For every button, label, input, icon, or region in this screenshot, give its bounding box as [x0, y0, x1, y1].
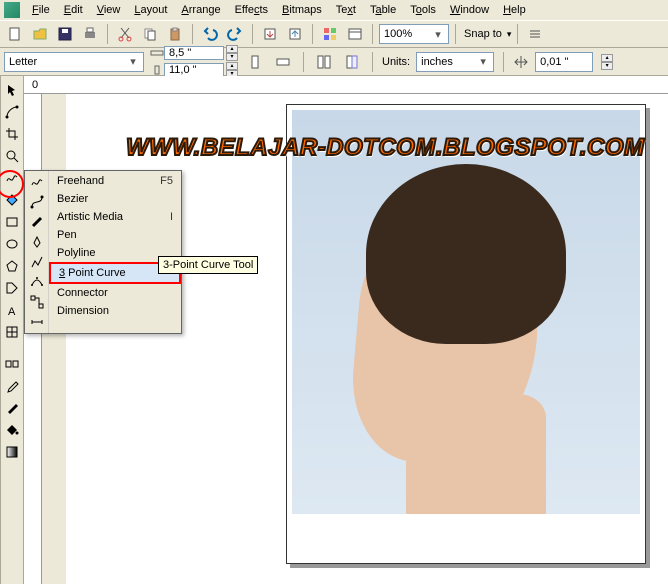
- standard-toolbar: 100% ▾ Snap to ▾: [0, 20, 668, 48]
- current-page-button[interactable]: [341, 51, 363, 73]
- page-preset-value: Letter: [9, 56, 37, 68]
- page-height[interactable]: 11,0 ": [169, 64, 197, 76]
- crop-tool[interactable]: [2, 124, 22, 144]
- canvas[interactable]: WWW.BELAJAR-DOTCOM.BLOGSPOT.COM: [66, 94, 668, 584]
- menu-table[interactable]: Table: [364, 2, 402, 18]
- flyout-artistic-media[interactable]: Artistic MediaI: [49, 208, 181, 226]
- placed-image[interactable]: [292, 110, 640, 514]
- menu-text[interactable]: Text: [330, 2, 362, 18]
- basic-shapes-tool[interactable]: [2, 278, 22, 298]
- options-button[interactable]: [524, 23, 546, 45]
- pen-icon: [28, 233, 46, 251]
- flyout-list: FreehandF5 Bezier Artistic MediaI Pen Po…: [49, 171, 181, 333]
- vertical-ruler[interactable]: [24, 94, 42, 584]
- freehand-icon: [28, 173, 46, 191]
- zoom-value: 100%: [384, 28, 412, 40]
- fill-tool[interactable]: [2, 420, 22, 440]
- watermark-text: WWW.BELAJAR-DOTCOM.BLOGSPOT.COM: [126, 134, 645, 162]
- menu-arrange[interactable]: Arrange: [175, 2, 226, 18]
- nudge-icon: [513, 54, 529, 70]
- menu-effects[interactable]: Effects: [229, 2, 274, 18]
- freehand-tool[interactable]: [2, 168, 22, 188]
- smart-fill-tool[interactable]: [2, 190, 22, 210]
- artistic-media-icon: [28, 213, 46, 231]
- polyline-icon: [28, 253, 46, 271]
- height-icon: [150, 65, 164, 75]
- pick-tool[interactable]: [2, 80, 22, 100]
- width-icon: [150, 48, 164, 58]
- menu-view[interactable]: View: [91, 2, 127, 18]
- menu-bar: File Edit View Layout Arrange Effects Bi…: [0, 0, 668, 20]
- menu-edit[interactable]: Edit: [58, 2, 89, 18]
- interactive-blend-tool[interactable]: [2, 354, 22, 374]
- rectangle-tool[interactable]: [2, 212, 22, 232]
- text-tool[interactable]: A: [2, 300, 22, 320]
- zoom-tool[interactable]: [2, 146, 22, 166]
- dimension-icon: [28, 313, 46, 331]
- property-bar: Letter ▾ 8,5 " ▴▾ 11,0 " ▴▾ Units: inche…: [0, 48, 668, 76]
- menu-file[interactable]: File: [26, 2, 56, 18]
- units-value: inches: [421, 56, 453, 68]
- undo-button[interactable]: [199, 23, 221, 45]
- app-launcher-button[interactable]: [319, 23, 341, 45]
- print-button[interactable]: [79, 23, 101, 45]
- flyout-freehand[interactable]: FreehandF5: [49, 172, 181, 190]
- snap-label[interactable]: Snap to: [462, 28, 504, 40]
- nudge-value[interactable]: 0,01 ": [540, 56, 568, 68]
- landscape-button[interactable]: [272, 51, 294, 73]
- zoom-combo[interactable]: 100% ▾: [379, 24, 449, 44]
- interactive-fill-tool[interactable]: [2, 442, 22, 462]
- horizontal-ruler[interactable]: 0: [24, 76, 668, 94]
- page-width[interactable]: 8,5 ": [169, 47, 191, 59]
- flyout-dimension[interactable]: Dimension: [49, 302, 181, 320]
- cut-button[interactable]: [114, 23, 136, 45]
- menu-tools[interactable]: Tools: [404, 2, 442, 18]
- redo-button[interactable]: [224, 23, 246, 45]
- flyout-bezier[interactable]: Bezier: [49, 190, 181, 208]
- paste-button[interactable]: [164, 23, 186, 45]
- export-button[interactable]: [284, 23, 306, 45]
- units-label: Units:: [382, 56, 410, 68]
- eyedropper-tool[interactable]: [2, 376, 22, 396]
- menu-help[interactable]: Help: [497, 2, 532, 18]
- connector-icon: [28, 293, 46, 311]
- import-button[interactable]: [259, 23, 281, 45]
- portrait-button[interactable]: [244, 51, 266, 73]
- svg-text:A: A: [8, 306, 16, 317]
- units-combo[interactable]: inches ▾: [416, 52, 494, 72]
- outline-tool[interactable]: [2, 398, 22, 418]
- copy-button[interactable]: [139, 23, 161, 45]
- page-preset-combo[interactable]: Letter ▾: [4, 52, 144, 72]
- menu-bitmaps[interactable]: Bitmaps: [276, 2, 328, 18]
- app-icon: [4, 2, 20, 18]
- ellipse-tool[interactable]: [2, 234, 22, 254]
- work-area: A 0 WWW.BELAJAR-DOTCOM.BLOGSPOT.COM: [0, 76, 668, 584]
- new-button[interactable]: [4, 23, 26, 45]
- polygon-tool[interactable]: [2, 256, 22, 276]
- ruler-origin: 0: [32, 79, 38, 91]
- 3point-curve-icon: [28, 273, 46, 291]
- toolbox: A: [0, 76, 24, 584]
- welcome-button[interactable]: [344, 23, 366, 45]
- save-button[interactable]: [54, 23, 76, 45]
- flyout-connector[interactable]: Connector: [49, 284, 181, 302]
- table-tool[interactable]: [2, 322, 22, 342]
- shape-tool[interactable]: [2, 102, 22, 122]
- flyout-pen[interactable]: Pen: [49, 226, 181, 244]
- tooltip: 3-Point Curve Tool: [158, 256, 258, 274]
- menu-layout[interactable]: Layout: [128, 2, 173, 18]
- all-pages-button[interactable]: [313, 51, 335, 73]
- menu-window[interactable]: Window: [444, 2, 495, 18]
- bezier-icon: [28, 193, 46, 211]
- curve-tools-flyout: FreehandF5 Bezier Artistic MediaI Pen Po…: [24, 170, 182, 334]
- open-button[interactable]: [29, 23, 51, 45]
